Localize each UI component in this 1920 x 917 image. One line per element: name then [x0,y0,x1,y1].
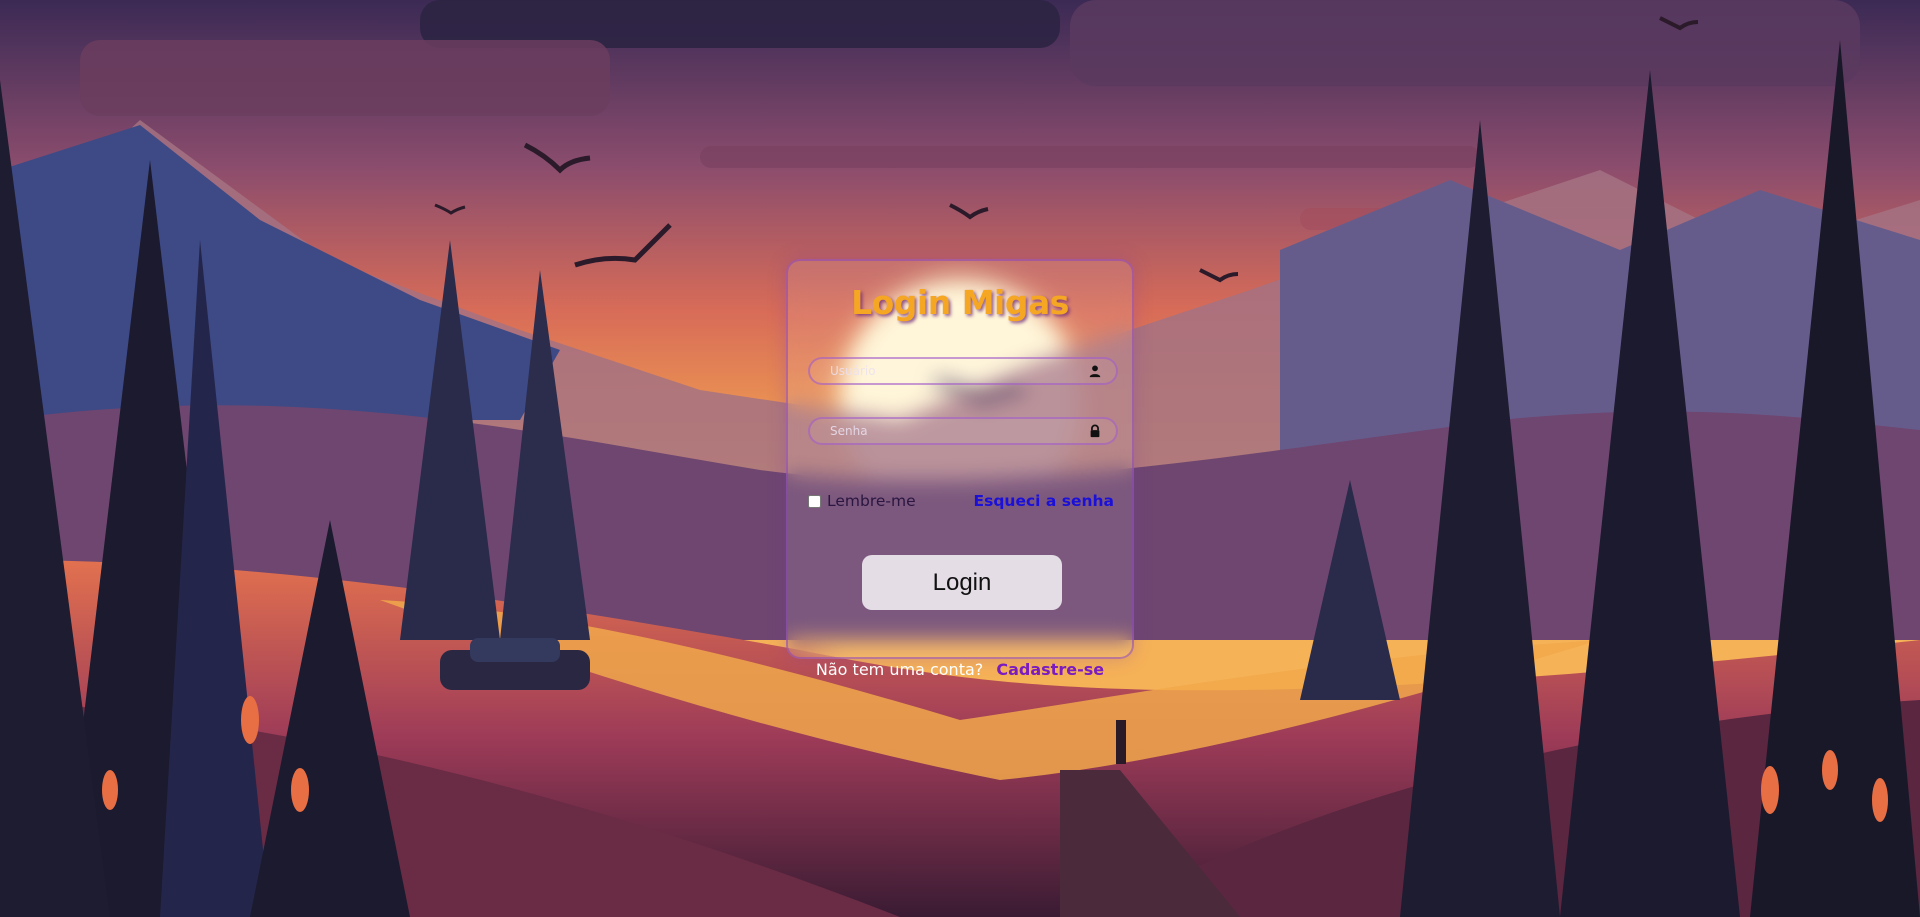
remember-checkbox[interactable] [808,494,821,508]
login-button[interactable]: Login [862,555,1062,610]
username-input[interactable] [810,359,1080,383]
remember-me: Lembre-me [808,492,916,510]
username-field-wrapper [808,357,1118,385]
password-field-wrapper [808,417,1118,445]
signup-prompt: Não tem uma conta? Cadastre-se [0,660,1920,679]
password-input[interactable] [810,419,1080,443]
login-title: Login Migas [851,283,1069,322]
forgot-password-link[interactable]: Esqueci a senha [974,492,1114,510]
lock-icon [1090,424,1100,438]
signup-link[interactable]: Cadastre-se [996,660,1104,679]
user-icon [1089,365,1101,378]
login-card: Login Migas Lembre-me Esqueci a senha Lo… [786,259,1134,659]
remember-label: Lembre-me [827,492,916,510]
no-account-text: Não tem uma conta? [815,660,984,679]
